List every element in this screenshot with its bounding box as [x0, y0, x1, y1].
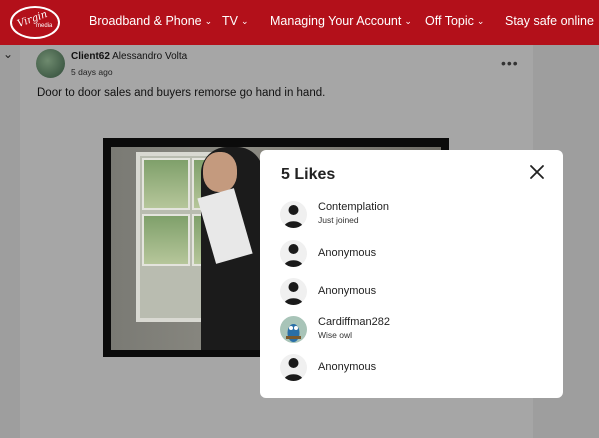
nav-off-topic[interactable]: Off Topic ⌄	[425, 14, 484, 28]
window-pane	[142, 214, 190, 266]
nav-stay-safe-online[interactable]: Stay safe online	[505, 14, 594, 28]
nav-label: Managing Your Account	[270, 14, 402, 28]
liker-name[interactable]: Anonymous	[318, 285, 376, 297]
liker-row[interactable]: Contemplation Just joined	[280, 201, 540, 233]
window-pane	[142, 158, 190, 210]
virgin-media-logo[interactable]: Virgin media	[10, 6, 60, 39]
default-user-icon[interactable]	[280, 354, 307, 381]
liker-name[interactable]: Cardiffman282	[318, 316, 390, 328]
liker-row[interactable]: Anonymous	[280, 240, 540, 272]
nav-label: Broadband & Phone	[89, 14, 202, 28]
default-user-icon[interactable]	[280, 201, 307, 228]
nav-broadband-phone[interactable]: Broadband & Phone ⌄	[89, 14, 212, 28]
wise-owl-avatar-icon[interactable]	[280, 316, 307, 343]
liker-rank: Just joined	[318, 215, 359, 225]
liker-rank: Wise owl	[318, 330, 353, 340]
post-username[interactable]: Client62	[71, 51, 110, 62]
chevron-down-icon[interactable]: ⌄	[3, 47, 13, 61]
modal-title: 5 Likes	[281, 166, 336, 183]
default-user-icon[interactable]	[280, 278, 307, 305]
more-options-icon[interactable]: •••	[501, 55, 519, 71]
nav-tv[interactable]: TV ⌄	[222, 14, 249, 28]
video-person-head	[203, 152, 237, 192]
post-body: Door to door sales and buyers remorse go…	[37, 87, 326, 99]
liker-name[interactable]: Anonymous	[318, 361, 376, 373]
liker-row[interactable]: Cardiffman282 Wise owl	[280, 316, 540, 348]
default-user-icon[interactable]	[280, 240, 307, 267]
chevron-down-icon: ⌄	[404, 16, 412, 26]
liker-row[interactable]: Anonymous	[280, 354, 540, 386]
top-navigation-bar: Virgin media Broadband & Phone ⌄ TV ⌄ Mana…	[0, 0, 599, 45]
nav-label: Off Topic	[425, 14, 474, 28]
post-author: Client62 Alessandro Volta	[71, 51, 187, 62]
nav-label: TV	[222, 14, 238, 28]
close-icon[interactable]	[527, 162, 547, 182]
post-real-name: Alessandro Volta	[112, 51, 188, 62]
post-timestamp: 5 days ago	[71, 67, 113, 77]
post-author-avatar[interactable]	[36, 49, 65, 78]
logo-subtext: media	[36, 23, 53, 29]
chevron-down-icon: ⌄	[204, 16, 213, 26]
liker-name[interactable]: Anonymous	[318, 247, 376, 259]
nav-label: Stay safe online	[505, 14, 594, 28]
liker-row[interactable]: Anonymous	[280, 278, 540, 310]
chevron-down-icon: ⌄	[476, 16, 485, 26]
likes-modal: 5 Likes Contemplation Just joined Anonym…	[260, 150, 563, 398]
chevron-down-icon: ⌄	[240, 16, 249, 26]
close-icon-svg	[530, 165, 544, 179]
liker-name[interactable]: Contemplation	[318, 201, 389, 213]
nav-managing-account[interactable]: Managing Your Account ⌄	[270, 14, 412, 28]
